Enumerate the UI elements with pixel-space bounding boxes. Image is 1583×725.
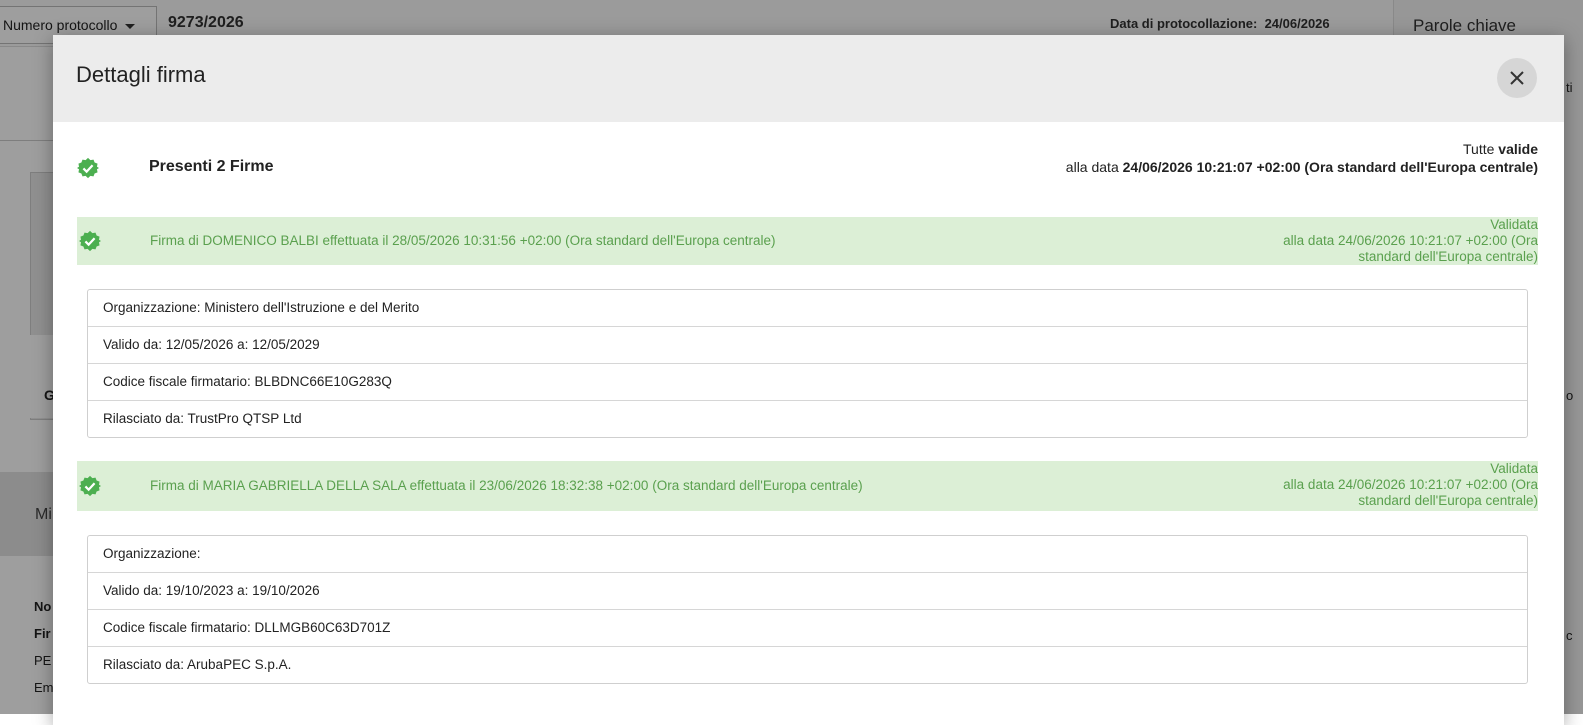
summary-status-prefix: Tutte [1463, 141, 1495, 157]
summary-status-value: valide [1498, 141, 1538, 157]
signature-header[interactable]: Firma di MARIA GABRIELLA DELLA SALA effe… [77, 461, 1538, 511]
signature-status-line: standard dell'Europa centrale) [1358, 249, 1538, 264]
signatures-count: Presenti 2 Firme [149, 158, 274, 175]
verified-check-icon [79, 475, 101, 497]
signature-status-line: Validata [1490, 217, 1538, 232]
signature-header-text: Firma di DOMENICO BALBI effettuata il 28… [150, 233, 776, 248]
detail-fiscal-code: Codice fiscale firmatario: DLLMGB60C63D7… [88, 610, 1527, 647]
verified-check-icon [77, 157, 99, 179]
close-icon [1510, 71, 1524, 85]
verified-check-icon [79, 230, 101, 252]
signature-header-text: Firma di MARIA GABRIELLA DELLA SALA effe… [150, 478, 863, 493]
modal-title: Dettagli firma [76, 62, 206, 87]
detail-issuer: Rilasciato da: TrustPro QTSP Ltd [103, 411, 302, 426]
summary-date-value: 24/06/2026 10:21:07 +02:00 (Ora standard… [1122, 159, 1538, 175]
modal-header: Dettagli firma [53, 35, 1564, 122]
signature-status: Validata alla data 24/06/2026 10:21:07 +… [1268, 461, 1538, 509]
signature-status-line: standard dell'Europa centrale) [1358, 493, 1538, 508]
detail-issuer: Rilasciato da: ArubaPEC S.p.A. [103, 657, 292, 672]
signature-status-line: alla data 24/06/2026 10:21:07 +02:00 (Or… [1283, 477, 1538, 492]
detail-validity: Valido da: 12/05/2026 a: 12/05/2029 [88, 327, 1527, 364]
detail-organization: Organizzazione: [88, 536, 1527, 573]
summary-status: Tutte valide alla data 24/06/2026 10:21:… [1066, 140, 1538, 176]
detail-validity: Valido da: 19/10/2023 a: 19/10/2026 [88, 573, 1527, 610]
signature-status: Validata alla data 24/06/2026 10:21:07 +… [1268, 217, 1538, 265]
summary-date-prefix: alla data [1065, 159, 1119, 175]
detail-organization: Organizzazione: Ministero dell'Istruzion… [88, 290, 1527, 327]
signatures-summary: Presenti 2 Firme Tutte valide alla data … [53, 122, 1564, 217]
signature-details-list: Organizzazione: Valido da: 19/10/2023 a:… [87, 535, 1528, 684]
signature-status-line: Validata [1490, 461, 1538, 476]
signature-details-modal: Dettagli firma Presenti 2 Firme Tutte va… [53, 35, 1564, 725]
close-button[interactable] [1497, 58, 1537, 98]
detail-fiscal-code: Codice fiscale firmatario: BLBDNC66E10G2… [88, 364, 1527, 401]
signature-details-list: Organizzazione: Ministero dell'Istruzion… [87, 289, 1528, 438]
signature-header[interactable]: Firma di DOMENICO BALBI effettuata il 28… [77, 217, 1538, 265]
signature-status-line: alla data 24/06/2026 10:21:07 +02:00 (Or… [1283, 233, 1538, 248]
